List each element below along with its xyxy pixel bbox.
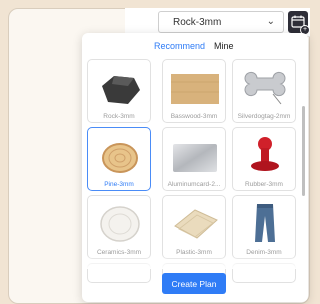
material-card-silverdogtag[interactable]: Silverdogtag-2mm: [232, 59, 296, 123]
rubber-stamp-icon: [251, 137, 279, 171]
ceramic-plate-icon: [100, 206, 140, 242]
tab-recommend[interactable]: Recommend: [154, 41, 205, 51]
material-label: Rubber-3mm: [245, 181, 283, 188]
material-select[interactable]: Rock-3mm ⌄: [158, 11, 284, 33]
tab-mine[interactable]: Mine: [214, 41, 234, 51]
material-picker-panel: Recommend Mine Rock-3mm Basswood-3mm Sil…: [82, 33, 308, 302]
material-card-aluminumcard[interactable]: Aluminumcard-2...: [162, 127, 226, 191]
scroll-fade: [82, 255, 308, 269]
schedule-button[interactable]: +: [288, 11, 310, 35]
material-card-rubber[interactable]: Rubber-3mm: [232, 127, 296, 191]
plastic-sheet-icon: [174, 209, 218, 239]
pine-slice-icon: [102, 143, 138, 173]
material-label: Basswood-3mm: [170, 113, 218, 120]
material-select-value: Rock-3mm: [173, 16, 222, 28]
material-label: Rock-3mm: [103, 113, 135, 120]
chevron-down-icon: ⌄: [266, 16, 275, 27]
material-card-rock[interactable]: Rock-3mm: [87, 59, 151, 123]
dog-tag-icon: [244, 71, 286, 105]
material-card-ceramics[interactable]: Ceramics-3mm: [87, 195, 151, 259]
scrollbar[interactable]: [302, 106, 305, 196]
slate-rock-icon: [102, 76, 140, 104]
wood-board-icon: [171, 74, 219, 104]
tab-bar: Recommend Mine: [82, 41, 308, 57]
material-card-pine[interactable]: Pine-3mm: [87, 127, 151, 191]
material-label: Silverdogtag-2mm: [237, 113, 291, 120]
denim-jeans-icon: [255, 204, 275, 242]
material-label: Pine-3mm: [104, 181, 134, 188]
material-label: Aluminumcard-2...: [167, 181, 221, 188]
material-card-basswood[interactable]: Basswood-3mm: [162, 59, 226, 123]
material-card-plastic[interactable]: Plastic-3mm: [162, 195, 226, 259]
material-card-denim[interactable]: Denim-3mm: [232, 195, 296, 259]
create-plan-button[interactable]: Create Plan: [162, 273, 226, 294]
aluminum-card-icon: [173, 144, 217, 172]
